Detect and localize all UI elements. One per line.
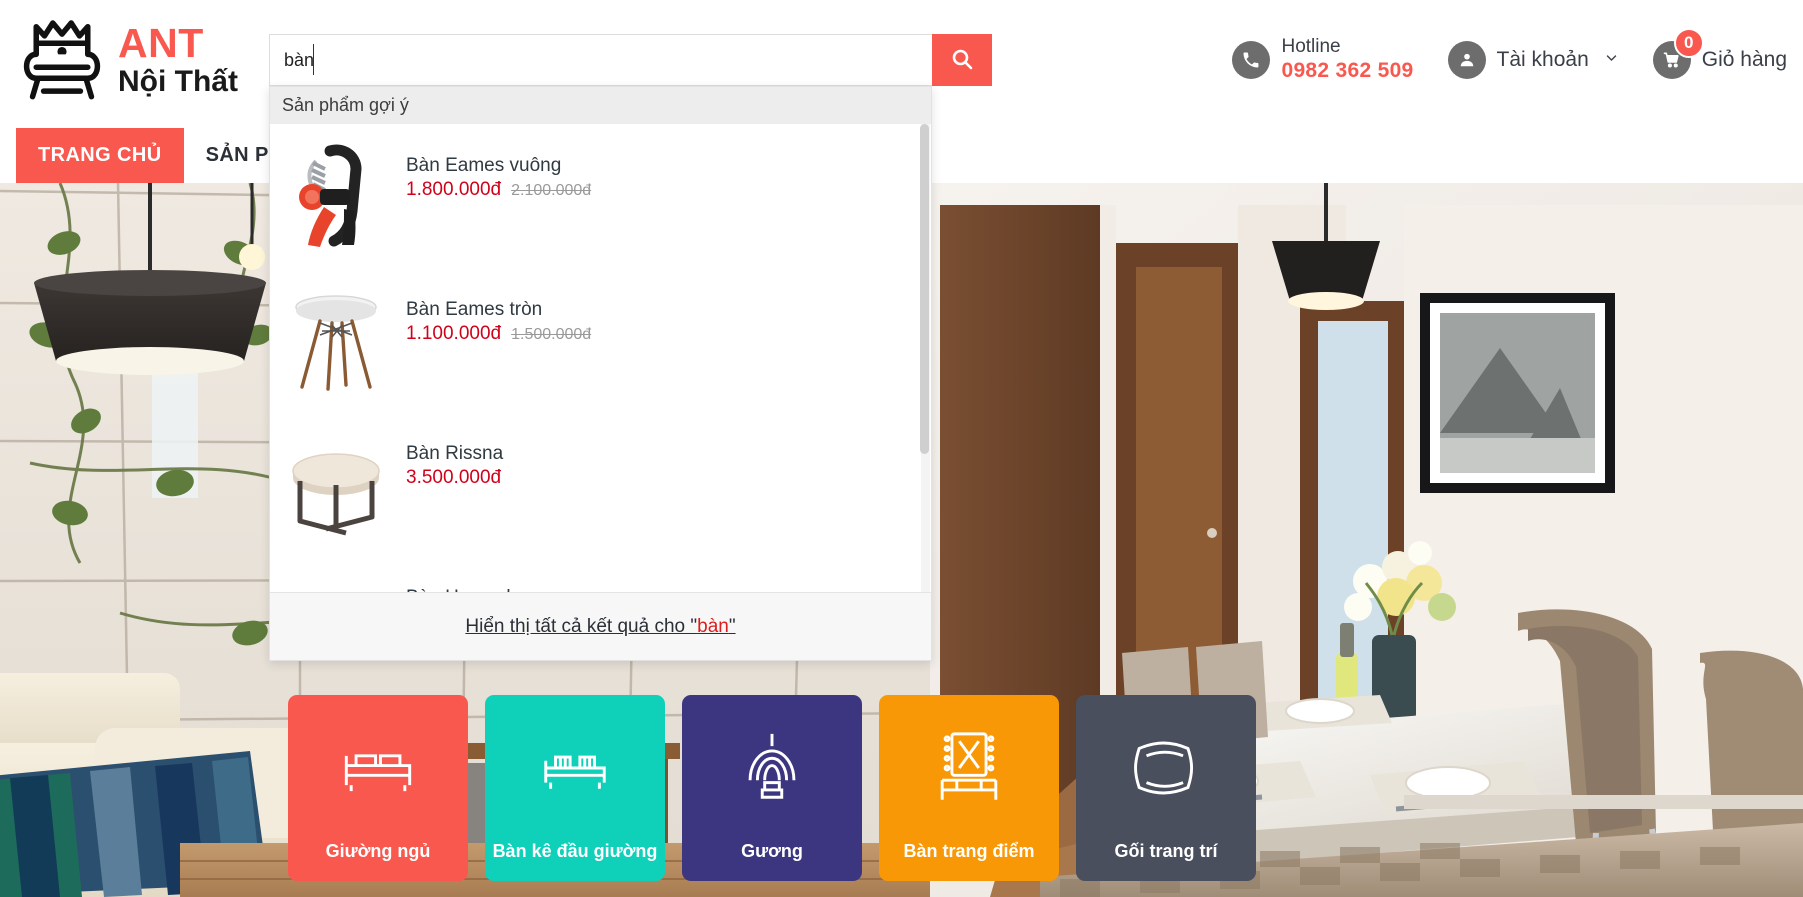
pillow-icon: [1076, 695, 1256, 841]
logo-secondary-text: Nội Thất: [118, 65, 238, 99]
category-label: Gối trang trí: [1114, 841, 1218, 862]
nightstand-bed-icon: [485, 695, 665, 841]
account-label: Tài khoản: [1496, 48, 1589, 71]
suggestion-item[interactable]: Bàn Eames vuông 1.800.000đ 2.100.000đ: [270, 124, 931, 268]
cart-label: Giỏ hàng: [1701, 48, 1787, 71]
account-menu[interactable]: Tài khoản: [1447, 41, 1619, 79]
suggestions-scrollbar-track[interactable]: [920, 124, 930, 592]
vanity-desk-icon: [879, 695, 1059, 841]
suggestion-price: 3.500.000đ: [406, 466, 502, 488]
category-card-row: Giường ngủ Bàn kê đầu giường Gương Bàn t…: [288, 695, 1256, 881]
category-label: Bàn kê đầu giường: [492, 841, 658, 862]
mirror-pendant-icon: [682, 695, 862, 841]
show-all-prefix: Hiển thị tất cả kết quả cho ": [465, 615, 698, 637]
page-root: Giường ngủ Bàn kê đầu giường Gương Bàn t…: [0, 0, 1803, 897]
show-all-keyword: bàn: [697, 615, 729, 637]
user-icon: [1447, 41, 1486, 79]
suggestion-name: Bàn Eames tròn: [406, 299, 543, 320]
hand-gripper-thumb: [284, 134, 388, 258]
suggestion-old-price: 1.500.000đ: [511, 325, 592, 343]
suggestions-footer: Hiển thị tất cả kết quả cho "bàn": [270, 592, 931, 660]
category-label: Gương: [741, 841, 803, 862]
site-logo[interactable]: ANT Nội Thất: [16, 8, 238, 112]
chevron-down-icon: [1604, 50, 1619, 70]
suggestion-item[interactable]: Bàn Eames tròn 1.100.000đ 1.500.000đ: [270, 268, 931, 412]
logo-primary-text: ANT: [118, 19, 204, 66]
show-all-results-link[interactable]: Hiển thị tất cả kết quả cho "bàn": [465, 616, 735, 638]
category-label: Bàn trang điểm: [903, 841, 1035, 862]
search-bar: [269, 34, 992, 86]
suggestion-item[interactable]: Bàn Rissna 3.500.000đ: [270, 412, 931, 556]
header-actions: Hotline 0982 362 509 Tài khoản 0 Giỏ hàn…: [1232, 28, 1787, 92]
suggestion-name: Bàn Howard: [406, 587, 511, 592]
search-icon: [950, 47, 974, 74]
category-card-guong[interactable]: Gương: [682, 695, 862, 881]
hotline-block[interactable]: Hotline 0982 362 509: [1232, 36, 1413, 83]
suggestions-scrollbar-thumb[interactable]: [920, 124, 929, 454]
search-input[interactable]: [269, 34, 932, 86]
category-card-giuong-ngu[interactable]: Giường ngủ: [288, 695, 468, 881]
cart-block[interactable]: 0 Giỏ hàng: [1652, 28, 1787, 79]
suggestion-item[interactable]: Bàn Howard 8.600.000đ: [270, 556, 931, 592]
cart-icon: 0: [1652, 28, 1704, 79]
suggestions-heading-label: Sản phẩm gợi ý: [282, 95, 409, 115]
phone-icon: [1232, 40, 1271, 79]
round-coffee-table-thumb: [284, 422, 388, 546]
search-button[interactable]: [932, 34, 992, 86]
cart-count-badge: 0: [1673, 28, 1704, 58]
suggestion-price: 1.800.000đ: [406, 178, 502, 200]
nav-label: TRANG CHỦ: [38, 144, 162, 166]
suggestion-price: 1.100.000đ: [406, 322, 502, 344]
suggestion-old-price: 2.100.000đ: [511, 181, 592, 199]
category-label: Giường ngủ: [325, 841, 431, 862]
round-eames-table-thumb: [284, 278, 388, 402]
suggestion-name: Bàn Rissna: [406, 443, 504, 464]
dark-dining-table-thumb: [284, 566, 388, 592]
search-suggestions-dropdown: Sản phẩm gợi ý Bàn Eames vuông 1.800.000…: [269, 86, 932, 661]
bed-icon: [288, 695, 468, 841]
hotline-number: 0982 362 509: [1281, 58, 1414, 82]
suggestions-list: Bàn Eames vuông 1.800.000đ 2.100.000đ Bà…: [270, 124, 931, 592]
show-all-suffix: ": [728, 615, 736, 637]
armchair-crown-icon: [16, 12, 108, 108]
suggestions-heading: Sản phẩm gợi ý: [270, 87, 931, 124]
category-card-ban-ke-dau-giuong[interactable]: Bàn kê đầu giường: [485, 695, 665, 881]
category-card-goi-trang-tri[interactable]: Gối trang trí: [1076, 695, 1256, 881]
nav-item-trang-chu[interactable]: TRANG CHỦ: [16, 128, 184, 183]
text-cursor: [313, 44, 314, 75]
suggestion-name: Bàn Eames vuông: [406, 155, 562, 176]
hotline-label: Hotline: [1281, 36, 1341, 58]
category-card-ban-trang-diem[interactable]: Bàn trang điểm: [879, 695, 1059, 881]
